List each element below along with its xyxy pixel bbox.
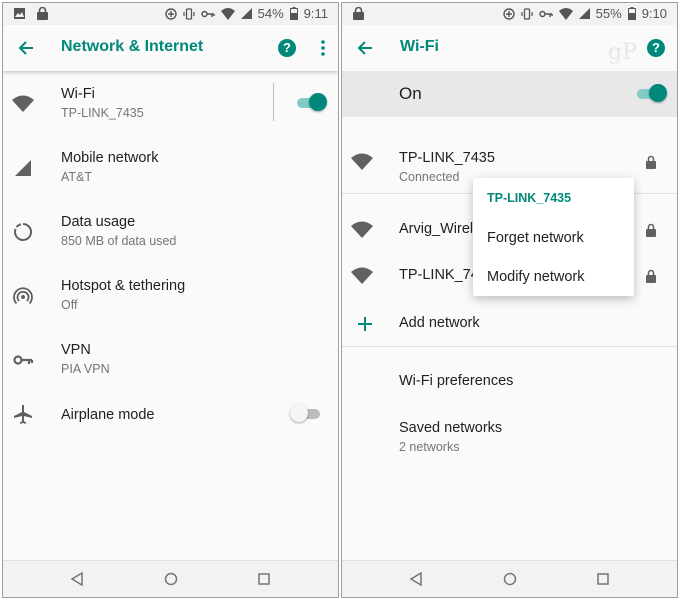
add-network-item[interactable]: Add network [342, 303, 677, 345]
battery-percent: 54% [257, 6, 284, 21]
vibrate-icon [183, 7, 195, 20]
watermark: gP [608, 40, 637, 65]
wifi-screen: 55% 9:10 Wi-Fi ? On TP-LINK_7435 Connect… [341, 2, 678, 598]
item-subtitle: PIA VPN [61, 362, 110, 376]
wifi-toggle[interactable] [297, 93, 327, 113]
wifi-icon [12, 95, 34, 112]
vibrate-icon [521, 7, 533, 20]
item-title: Data usage [61, 214, 136, 230]
nav-back-icon[interactable] [69, 571, 85, 587]
lock-icon [646, 269, 656, 283]
clock: 9:11 [303, 6, 328, 21]
list-item-vpn[interactable]: VPN PIA VPN [3, 327, 338, 391]
wifi-icon [351, 221, 373, 238]
signal-status-icon [240, 8, 252, 19]
modify-network-option[interactable]: Modify network [473, 259, 634, 295]
network-context-menu: TP-LINK_7435 Forget network Modify netwo… [473, 178, 634, 296]
lock-icon [646, 155, 656, 169]
nav-recents-icon[interactable] [595, 571, 611, 587]
network-name: TP-LINK_74 [399, 267, 479, 283]
nav-bar [342, 560, 677, 597]
list-item-data-usage[interactable]: Data usage 850 MB of data used [3, 199, 338, 263]
nav-home-icon[interactable] [502, 571, 518, 587]
more-options-icon[interactable] [320, 39, 326, 57]
signal-status-icon [578, 8, 590, 19]
item-title: Hotspot & tethering [61, 278, 186, 294]
nav-back-icon[interactable] [408, 571, 424, 587]
list-item-airplane-mode[interactable]: Airplane mode [3, 391, 338, 455]
app-bar: Network & Internet ? [3, 25, 338, 71]
nav-bar [3, 560, 338, 597]
status-bar: 55% 9:10 [342, 3, 677, 25]
wifi-master-toggle[interactable] [637, 84, 667, 104]
cell-signal-icon [15, 160, 31, 176]
nav-home-icon[interactable] [163, 571, 179, 587]
plus-icon [358, 317, 372, 331]
data-usage-icon [14, 223, 32, 241]
battery-percent: 55% [595, 6, 622, 21]
forget-network-option[interactable]: Forget network [473, 220, 634, 256]
item-subtitle: TP-LINK_7435 [61, 106, 144, 120]
page-title: Wi-Fi [400, 38, 439, 55]
status-bar: 54% 9:11 [3, 3, 338, 25]
wifi-master-switch-bar[interactable]: On [342, 71, 677, 117]
vpn-key-status-icon [538, 10, 553, 17]
vpn-key-icon [13, 355, 34, 365]
item-title: Wi-Fi [61, 86, 95, 102]
lock-icon [646, 223, 656, 237]
battery-icon [289, 7, 298, 20]
wifi-icon [351, 267, 373, 284]
list-item-mobile-network[interactable]: Mobile network AT&T [3, 135, 338, 199]
add-network-label: Add network [399, 315, 480, 331]
wifi-icon [351, 153, 373, 170]
toggle-divider [273, 83, 274, 121]
data-saver-icon [502, 7, 515, 20]
saved-networks-item[interactable]: Saved networks 2 networks [342, 408, 677, 454]
page-title: Network & Internet [61, 38, 204, 55]
help-icon[interactable]: ? [278, 39, 296, 57]
item-title: VPN [61, 342, 91, 358]
saved-networks-subtitle: 2 networks [399, 440, 460, 454]
item-subtitle: 850 MB of data used [61, 234, 177, 248]
airplane-mode-toggle[interactable] [290, 404, 320, 424]
item-subtitle: Off [61, 298, 78, 312]
data-saver-icon [164, 7, 177, 20]
wifi-master-label: On [399, 84, 422, 103]
network-name: TP-LINK_7435 [399, 150, 495, 166]
battery-icon [627, 7, 636, 20]
clock: 9:10 [641, 6, 667, 21]
list-item-hotspot[interactable]: Hotspot & tethering Off [3, 263, 338, 327]
popup-title: TP-LINK_7435 [487, 191, 572, 205]
divider [342, 346, 677, 347]
saved-networks-title: Saved networks [399, 420, 503, 436]
lock-notification-icon [353, 7, 364, 20]
item-title: Mobile network [61, 150, 159, 166]
list-item-wifi[interactable]: Wi-Fi TP-LINK_7435 [3, 71, 338, 135]
wifi-status-icon [220, 7, 235, 20]
item-title: Airplane mode [61, 407, 155, 423]
wifi-preferences-item[interactable]: Wi-Fi preferences [342, 361, 677, 403]
network-internet-screen: 54% 9:11 Network & Internet ? Wi-Fi TP-L… [2, 2, 339, 598]
wifi-preferences-label: Wi-Fi preferences [399, 373, 514, 389]
network-status: Connected [399, 170, 460, 184]
wifi-network-item[interactable]: TP-LINK_7435 Connected [342, 141, 677, 184]
lock-notification-icon [37, 7, 48, 20]
nav-recents-icon[interactable] [256, 571, 272, 587]
item-subtitle: AT&T [61, 170, 93, 184]
hotspot-icon [13, 287, 33, 305]
help-icon[interactable]: ? [647, 39, 665, 57]
wifi-status-icon [558, 7, 573, 20]
back-arrow-icon[interactable] [15, 37, 37, 59]
network-name: Arvig_Wirel [399, 221, 474, 237]
vpn-key-status-icon [200, 10, 215, 17]
image-notification-icon [14, 8, 25, 19]
airplane-icon [14, 405, 32, 424]
back-arrow-icon[interactable] [354, 37, 376, 59]
